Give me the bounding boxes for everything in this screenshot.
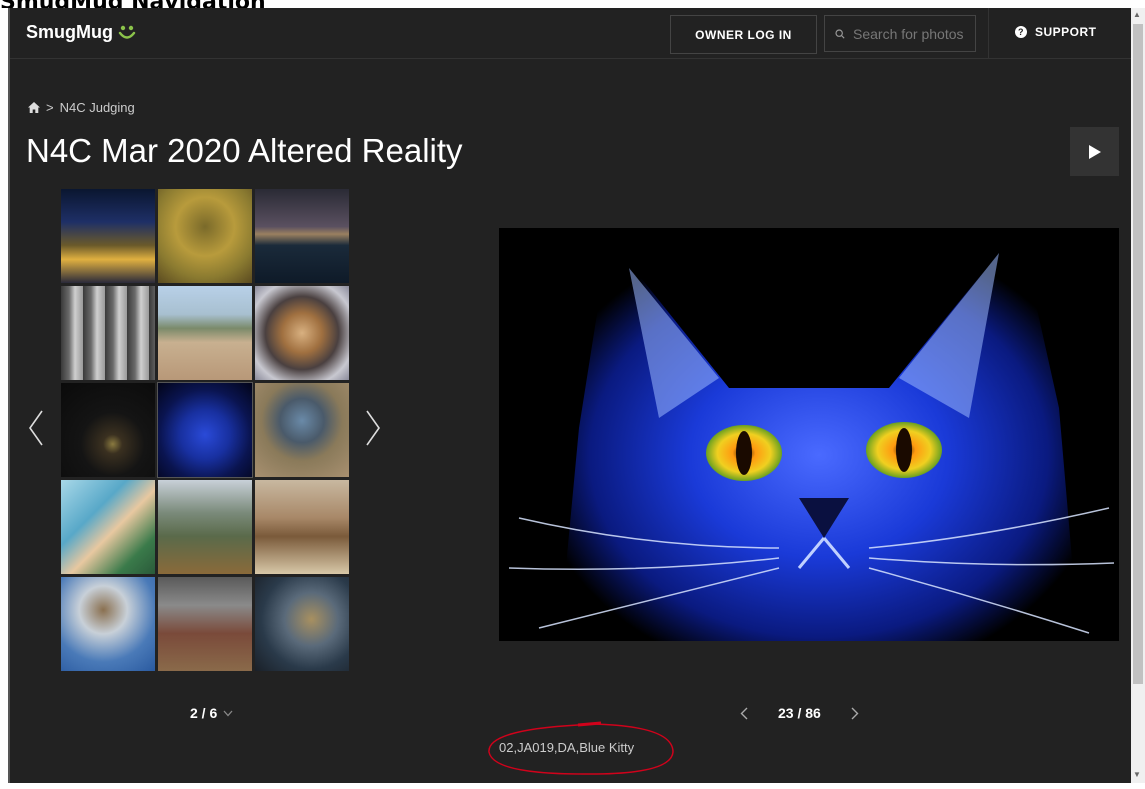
scroll-thumb[interactable] bbox=[1133, 24, 1143, 684]
search-input[interactable] bbox=[851, 24, 975, 43]
chevron-left-icon bbox=[29, 410, 43, 446]
thumbnail-rusty-truck[interactable] bbox=[158, 577, 252, 671]
page-scrollbar[interactable]: ▲ ▼ bbox=[1131, 8, 1145, 783]
thumbnail-bowl-splash[interactable] bbox=[61, 577, 155, 671]
thumbnail-blue-kitty[interactable] bbox=[157, 382, 253, 478]
breadcrumb-separator: > bbox=[46, 100, 54, 115]
thumbnail-city-night[interactable] bbox=[61, 189, 155, 283]
window-left-edge bbox=[0, 8, 10, 789]
smugmug-app: SmugMug OWNER LOG IN ? SUPPORT > N4 bbox=[10, 8, 1131, 783]
thumbnail-seascape[interactable] bbox=[255, 189, 349, 283]
chevron-right-icon bbox=[366, 410, 380, 446]
search-box[interactable] bbox=[824, 15, 976, 52]
chevron-down-icon bbox=[223, 710, 233, 716]
next-photo-icon[interactable] bbox=[851, 707, 859, 720]
thumbnail-woman-greenhouse[interactable] bbox=[61, 480, 155, 574]
smugmug-logo[interactable]: SmugMug bbox=[26, 22, 137, 43]
breadcrumb: > N4C Judging bbox=[28, 100, 135, 115]
main-photo-blue-kitty[interactable] bbox=[499, 228, 1119, 641]
window-bottom-edge bbox=[0, 783, 1145, 789]
thumbnail-page-selector[interactable]: 2 / 6 bbox=[190, 705, 233, 721]
thumbnail-beach[interactable] bbox=[158, 286, 252, 380]
blue-kitty-image bbox=[499, 228, 1119, 641]
logo-text: SmugMug bbox=[26, 22, 113, 42]
slideshow-play-button[interactable] bbox=[1070, 127, 1119, 176]
photo-counter: 23 / 86 bbox=[778, 705, 821, 721]
prev-photo-icon[interactable] bbox=[740, 707, 748, 720]
thumbnail-horse-legs[interactable] bbox=[61, 286, 155, 380]
owner-login-button[interactable]: OWNER LOG IN bbox=[670, 15, 817, 54]
header-divider bbox=[988, 8, 989, 58]
play-icon bbox=[1088, 144, 1101, 159]
thumbnail-woven-owl[interactable] bbox=[255, 577, 349, 671]
smile-logo-icon bbox=[118, 25, 136, 39]
scroll-up-arrow-icon[interactable]: ▲ bbox=[1133, 10, 1141, 19]
search-icon bbox=[835, 28, 845, 39]
home-icon[interactable] bbox=[28, 102, 40, 113]
top-navbar: SmugMug OWNER LOG IN ? SUPPORT bbox=[10, 8, 1131, 59]
thumbnail-dark-burst[interactable] bbox=[61, 383, 155, 477]
thumbnail-glass-sphere[interactable] bbox=[255, 383, 349, 477]
scroll-down-arrow-icon[interactable]: ▼ bbox=[1133, 770, 1141, 779]
breadcrumb-item-n4c-judging[interactable]: N4C Judging bbox=[60, 100, 135, 115]
thumbnail-golden-wall[interactable] bbox=[158, 189, 252, 283]
photo-navigation: 23 / 86 bbox=[740, 705, 859, 721]
thumbnail-building-frames[interactable] bbox=[158, 480, 252, 574]
support-label: SUPPORT bbox=[1035, 25, 1097, 39]
page-indicator: 2 / 6 bbox=[190, 705, 218, 721]
help-icon: ? bbox=[1015, 26, 1027, 38]
thumbnail-grid bbox=[61, 189, 349, 671]
thumbnail-next-page-button[interactable] bbox=[365, 408, 381, 458]
thumbnail-horses-running[interactable] bbox=[255, 480, 349, 574]
support-link[interactable]: ? SUPPORT bbox=[1015, 25, 1097, 39]
thumbnail-dog-swirl[interactable] bbox=[255, 286, 349, 380]
red-annotation-circle bbox=[488, 721, 674, 775]
gallery-title: N4C Mar 2020 Altered Reality bbox=[26, 132, 463, 169]
thumbnail-prev-page-button[interactable] bbox=[28, 408, 44, 458]
